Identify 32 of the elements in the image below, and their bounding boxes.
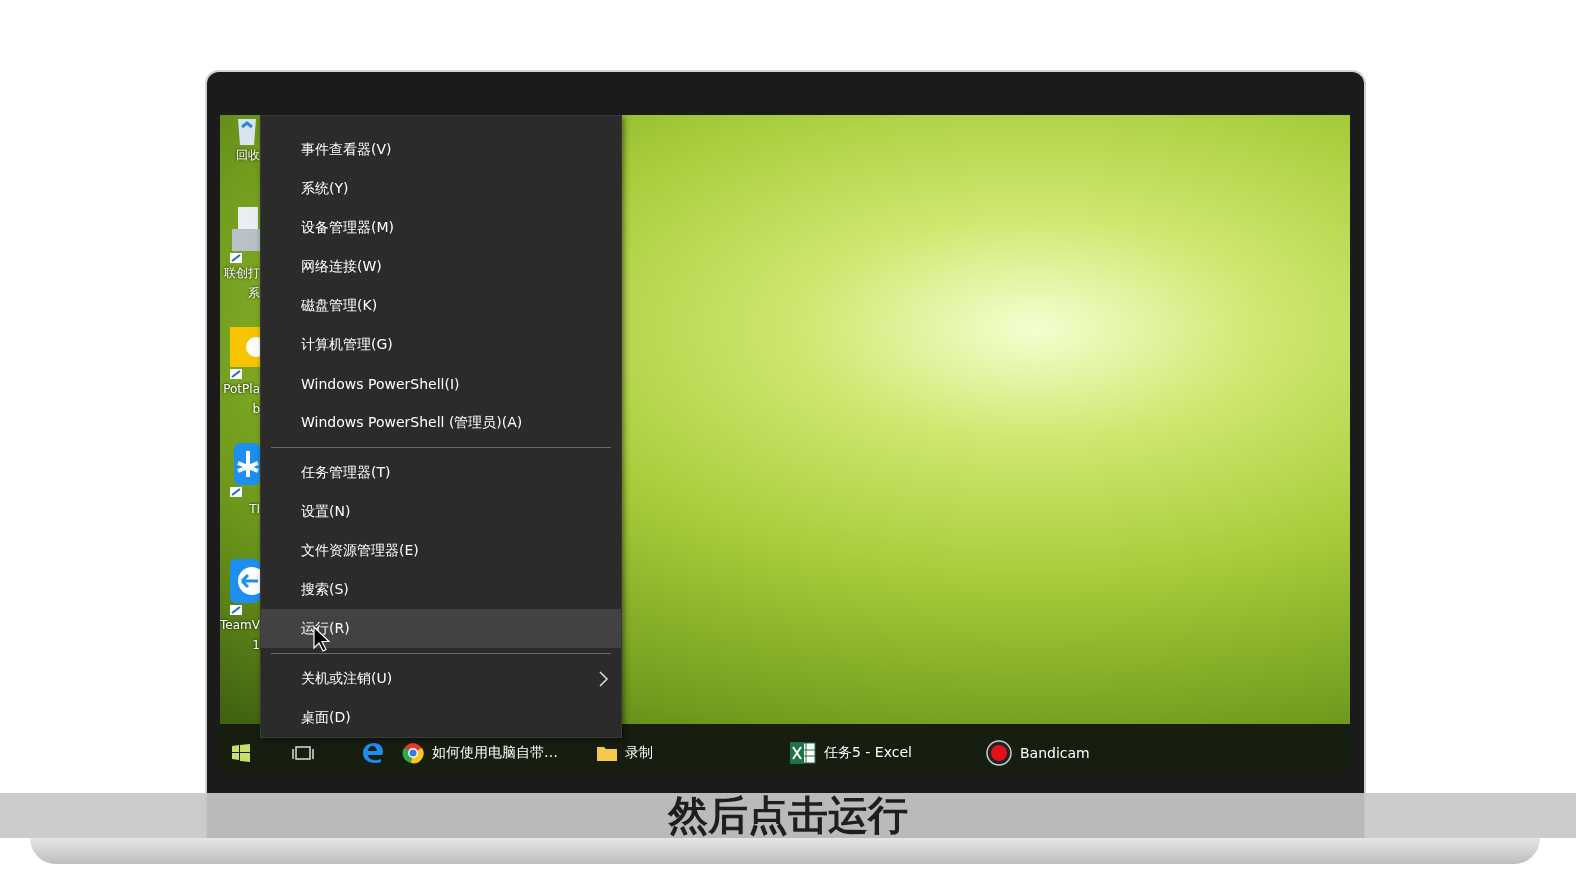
- taskbar-label[interactable]: Bandicam: [1020, 745, 1090, 761]
- folder-icon[interactable]: [597, 745, 617, 761]
- menu-item[interactable]: 任务管理器(T): [261, 453, 621, 492]
- subtitle-text: 然后点击运行: [668, 791, 908, 840]
- menu-item[interactable]: Windows PowerShell(I): [261, 364, 621, 403]
- taskbar-label[interactable]: 任务5 - Excel: [824, 744, 912, 762]
- player-app-icon[interactable]: [230, 327, 260, 379]
- menu-item[interactable]: Windows PowerShell (管理员)(A): [261, 403, 621, 442]
- browser-circle-icon[interactable]: [402, 742, 424, 764]
- desktop-icon-label[interactable]: 1: [252, 635, 260, 655]
- task-view-icon[interactable]: [292, 745, 314, 761]
- spreadsheet-icon[interactable]: [790, 742, 816, 764]
- star-app-icon[interactable]: [230, 443, 260, 499]
- menu-item[interactable]: 关机或注销(U): [261, 659, 621, 698]
- menu-item[interactable]: 搜索(S): [261, 570, 621, 609]
- menu-item[interactable]: 文件资源管理器(E): [261, 531, 621, 570]
- menu-item[interactable]: 磁盘管理(K): [261, 286, 621, 325]
- menu-item[interactable]: 桌面(D): [261, 698, 621, 737]
- record-icon[interactable]: [986, 740, 1012, 766]
- printer-icon[interactable]: [230, 205, 260, 263]
- taskbar-label[interactable]: 如何使用电脑自带…: [432, 744, 558, 762]
- browser-e-icon[interactable]: [362, 743, 384, 763]
- menu-item[interactable]: 设置(N): [261, 492, 621, 531]
- menu-item[interactable]: 事件查看器(V): [261, 130, 621, 169]
- menu-item[interactable]: 计算机管理(G): [261, 325, 621, 364]
- menu-item[interactable]: 网络连接(W): [261, 247, 621, 286]
- menu-item[interactable]: 设备管理器(M): [261, 208, 621, 247]
- desktop-icon-label[interactable]: TeamV: [220, 615, 260, 635]
- arrow-app-icon[interactable]: [230, 559, 260, 615]
- taskbar-label[interactable]: 录制: [625, 744, 653, 762]
- windows-logo-icon[interactable]: [232, 744, 250, 762]
- menu-item[interactable]: 系统(Y): [261, 169, 621, 208]
